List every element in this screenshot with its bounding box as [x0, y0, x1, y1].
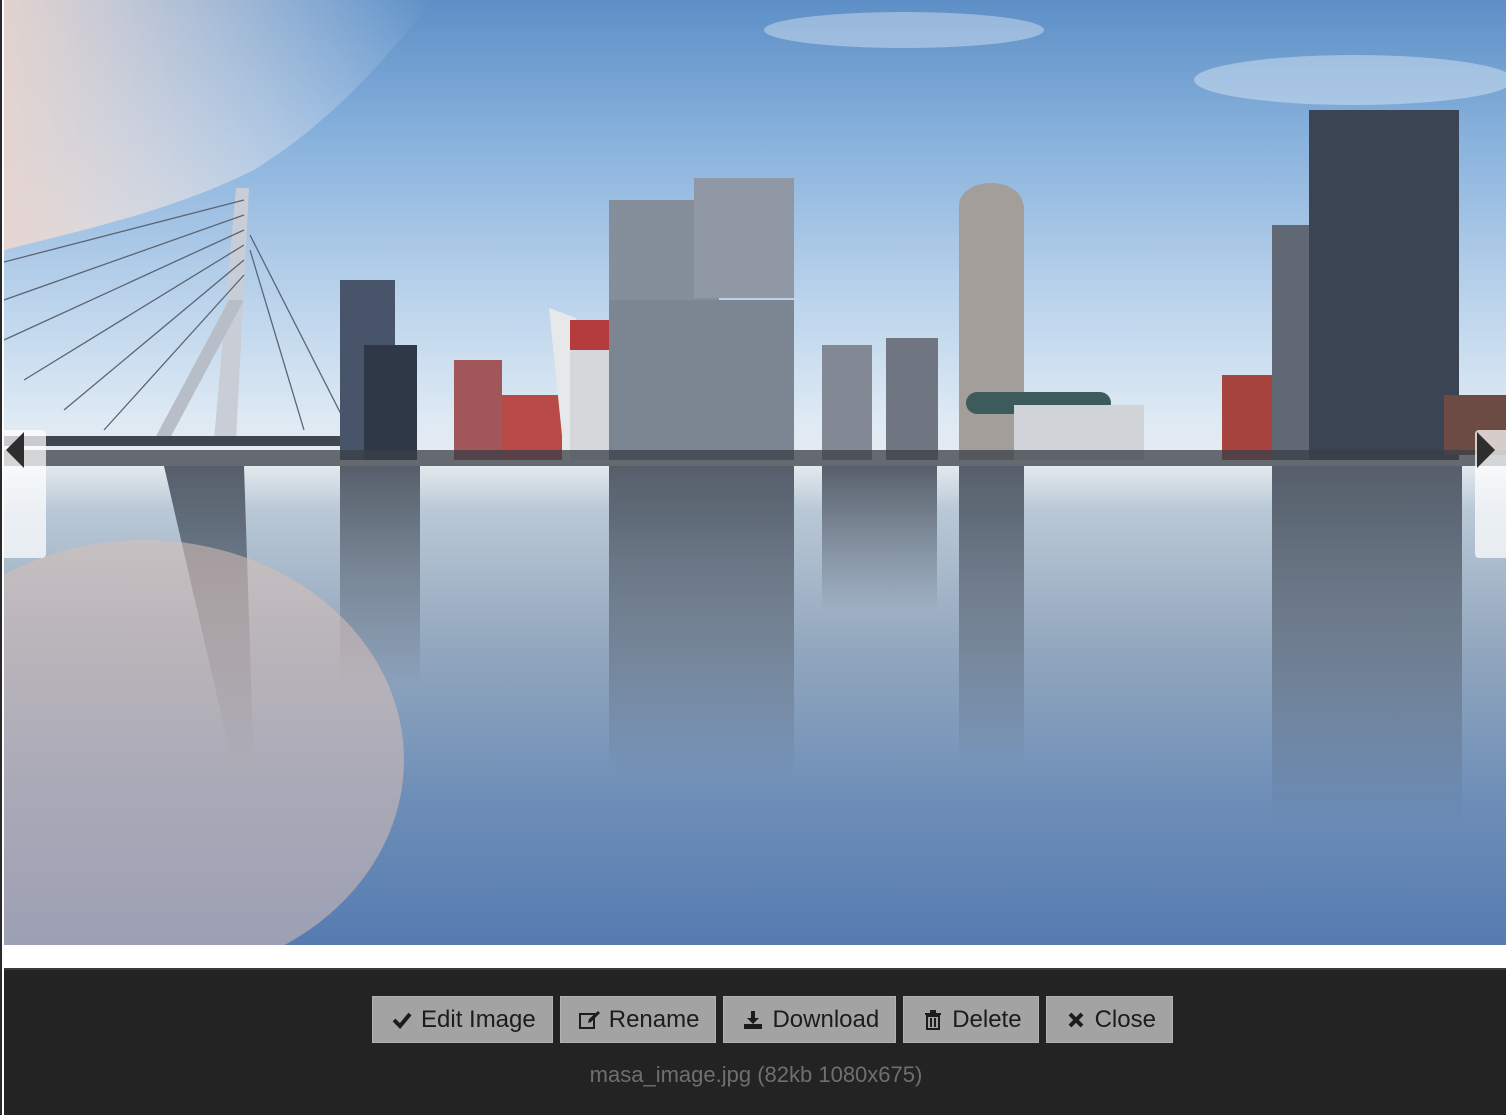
trash-icon: [922, 1009, 944, 1031]
close-icon: [1065, 1009, 1087, 1031]
image-bottom-border: [4, 945, 1506, 968]
edit-image-button[interactable]: Edit Image: [372, 996, 553, 1043]
previous-image-button[interactable]: [4, 430, 46, 558]
delete-button[interactable]: Delete: [903, 996, 1039, 1043]
close-label: Close: [1094, 1005, 1156, 1033]
preview-image: [4, 0, 1506, 945]
check-icon: [391, 1009, 413, 1031]
edit-icon: [578, 1009, 601, 1031]
download-label: Download: [772, 1005, 880, 1033]
delete-label: Delete: [952, 1005, 1022, 1033]
next-image-button[interactable]: [1475, 430, 1506, 558]
rename-label: Rename: [608, 1005, 700, 1033]
action-toolbar: Edit Image Rename Download Delete Close …: [4, 968, 1506, 1115]
rename-button[interactable]: Rename: [559, 996, 717, 1043]
edit-image-label: Edit Image: [421, 1005, 536, 1033]
caret-right-icon: [1477, 432, 1495, 468]
close-button[interactable]: Close: [1045, 996, 1173, 1043]
download-icon: [742, 1009, 764, 1031]
download-button[interactable]: Download: [723, 996, 897, 1043]
action-buttons: Edit Image Rename Download Delete Close: [372, 996, 1173, 1043]
caret-left-icon: [6, 432, 24, 468]
file-info: masa_image.jpg (82kb 1080x675): [589, 1062, 923, 1087]
city-skyline-photo: [4, 0, 1506, 945]
image-viewer: Edit Image Rename Download Delete Close …: [0, 0, 1506, 1115]
